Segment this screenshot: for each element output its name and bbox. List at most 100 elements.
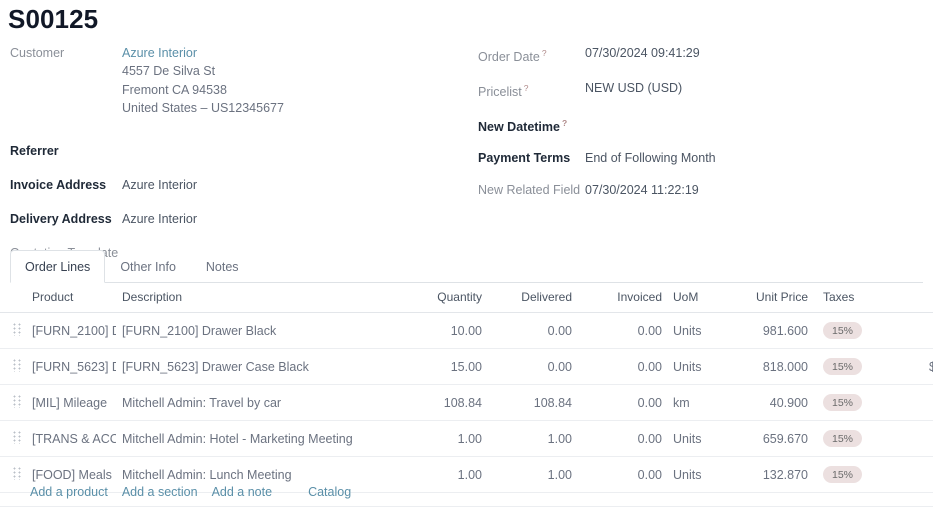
tax-badge: 15% xyxy=(823,358,862,375)
cell-tax-excl: $ 4,451.56 xyxy=(906,385,933,421)
field-value[interactable]: Azure Interior xyxy=(122,45,284,62)
help-tooltip-icon[interactable]: ? xyxy=(562,118,567,128)
cell-quantity[interactable]: 108.84 xyxy=(396,385,488,421)
cell-taxes[interactable]: 15% xyxy=(814,421,906,457)
table-row[interactable]: [MIL] MileageMitchell Admin: Travel by c… xyxy=(0,385,933,421)
tab-notes[interactable]: Notes xyxy=(191,250,254,282)
cell-unit-price[interactable]: 981.600 xyxy=(724,313,814,349)
column-header-taxes[interactable]: Taxes xyxy=(814,284,906,313)
row-drag-cell[interactable] xyxy=(0,349,26,385)
cell-description[interactable]: Mitchell Admin: Hotel - Marketing Meetin… xyxy=(116,421,396,457)
cell-taxes[interactable]: 15% xyxy=(814,313,906,349)
field-label-text: Payment Terms xyxy=(478,151,570,165)
field-label: Order Date? xyxy=(478,45,585,66)
cell-uom[interactable]: Units xyxy=(668,313,724,349)
help-tooltip-icon[interactable]: ? xyxy=(524,83,529,93)
column-header-uom[interactable]: UoM xyxy=(668,284,724,313)
cell-unit-price[interactable]: 659.670 xyxy=(724,421,814,457)
cell-delivered[interactable]: 0.00 xyxy=(488,313,578,349)
cell-quantity[interactable]: 10.00 xyxy=(396,313,488,349)
table-row[interactable]: [FURN_5623] D…[FURN_5623] Drawer Case Bl… xyxy=(0,349,933,385)
page-title: S00125 xyxy=(8,4,98,35)
cell-delivered[interactable]: 108.84 xyxy=(488,385,578,421)
table-header-row: Product Description Quantity Delivered I… xyxy=(0,284,933,313)
cell-delivered[interactable]: 0.00 xyxy=(488,349,578,385)
catalog-link[interactable]: Catalog xyxy=(308,485,351,499)
cell-description[interactable]: Mitchell Admin: Travel by car xyxy=(116,385,396,421)
field-value-group: Azure Interior xyxy=(122,177,197,194)
order-lines-table-wrapper: Product Description Quantity Delivered I… xyxy=(0,284,933,493)
column-header-product[interactable]: Product xyxy=(26,284,116,313)
drag-handle-icon[interactable] xyxy=(13,359,22,372)
drag-handle-icon[interactable] xyxy=(13,395,22,408)
field-label: Customer xyxy=(10,45,122,62)
form-column-right: Order Date?07/30/2024 09:41:29Pricelist?… xyxy=(478,45,928,214)
field-value[interactable]: End of Following Month xyxy=(585,150,716,167)
cell-uom[interactable]: Units xyxy=(668,421,724,457)
row-drag-cell[interactable] xyxy=(0,313,26,349)
field-label-text: New Related Field xyxy=(478,183,580,197)
row-drag-cell[interactable] xyxy=(0,421,26,457)
field-value[interactable]: Azure Interior xyxy=(122,177,197,194)
field-label: Pricelist? xyxy=(478,80,585,101)
tax-badge: 15% xyxy=(823,322,862,339)
field-label: Payment Terms xyxy=(478,150,585,167)
cell-delivered[interactable]: 1.00 xyxy=(488,421,578,457)
field-label: Delivery Address xyxy=(10,211,122,228)
cell-invoiced[interactable]: 0.00 xyxy=(578,313,668,349)
cell-taxes[interactable]: 15% xyxy=(814,385,906,421)
address-line: Fremont CA 94538 xyxy=(122,81,284,100)
cell-unit-price[interactable]: 40.900 xyxy=(724,385,814,421)
cell-product[interactable]: [TRANS & ACC] Tr xyxy=(26,421,116,457)
help-tooltip-icon[interactable]: ? xyxy=(542,48,547,58)
order-lines-body: [FURN_2100] D…[FURN_2100] Drawer Black10… xyxy=(0,313,933,493)
field-value[interactable]: NEW USD (USD) xyxy=(585,80,682,97)
form-row-order-date: Order Date?07/30/2024 09:41:29 xyxy=(478,45,928,66)
tab-other-info[interactable]: Other Info xyxy=(105,250,191,282)
table-row[interactable]: [FURN_2100] D…[FURN_2100] Drawer Black10… xyxy=(0,313,933,349)
drag-handle-icon[interactable] xyxy=(13,323,22,336)
cell-product[interactable]: [FURN_2100] D… xyxy=(26,313,116,349)
field-value[interactable]: 07/30/2024 11:22:19 xyxy=(585,182,699,199)
form-row-new-datetime: New Datetime? xyxy=(478,115,928,136)
column-header-description[interactable]: Description xyxy=(116,284,396,313)
cell-invoiced[interactable]: 0.00 xyxy=(578,421,668,457)
notebook-tabs: Order LinesOther InfoNotes xyxy=(10,250,923,283)
cell-unit-price[interactable]: 818.000 xyxy=(724,349,814,385)
cell-taxes[interactable]: 15% xyxy=(814,349,906,385)
cell-invoiced[interactable]: 0.00 xyxy=(578,385,668,421)
cell-description[interactable]: [FURN_5623] Drawer Case Black xyxy=(116,349,396,385)
field-label: New Datetime? xyxy=(478,115,585,136)
tab-order-lines[interactable]: Order Lines xyxy=(10,250,105,283)
cell-tax-excl: $ 12,270.00 xyxy=(906,349,933,385)
column-header-quantity[interactable]: Quantity xyxy=(396,284,488,313)
cell-tax-excl: $ 659.67 xyxy=(906,421,933,457)
field-label: New Related Field xyxy=(478,182,585,199)
cell-quantity[interactable]: 15.00 xyxy=(396,349,488,385)
cell-product[interactable]: [MIL] Mileage xyxy=(26,385,116,421)
column-header-invoiced[interactable]: Invoiced xyxy=(578,284,668,313)
cell-quantity[interactable]: 1.00 xyxy=(396,421,488,457)
add-section-link[interactable]: Add a section xyxy=(122,485,198,499)
column-header-tax-excl: Tax excl. xyxy=(906,284,933,313)
form-row-new-related-field: New Related Field 07/30/2024 11:22:19 xyxy=(478,182,928,200)
add-note-link[interactable]: Add a note xyxy=(212,485,272,499)
field-label-text: New Datetime xyxy=(478,120,560,134)
cell-description[interactable]: [FURN_2100] Drawer Black xyxy=(116,313,396,349)
field-value[interactable]: 07/30/2024 09:41:29 xyxy=(585,45,700,62)
tax-badge: 15% xyxy=(823,430,862,447)
cell-uom[interactable]: km xyxy=(668,385,724,421)
column-header-delivered[interactable]: Delivered xyxy=(488,284,578,313)
add-product-link[interactable]: Add a product xyxy=(30,485,108,499)
field-value[interactable]: Azure Interior xyxy=(122,211,197,228)
row-drag-cell[interactable] xyxy=(0,385,26,421)
order-lines-actions: Add a product Add a section Add a note Cata… xyxy=(0,477,933,507)
cell-invoiced[interactable]: 0.00 xyxy=(578,349,668,385)
column-header-unit-price[interactable]: Unit Price xyxy=(724,284,814,313)
address-line: United States – US12345677 xyxy=(122,99,284,118)
cell-product[interactable]: [FURN_5623] D… xyxy=(26,349,116,385)
table-row[interactable]: [TRANS & ACC] TrMitchell Admin: Hotel - … xyxy=(0,421,933,457)
field-label-text: Order Date xyxy=(478,50,540,64)
drag-handle-icon[interactable] xyxy=(13,431,22,444)
cell-uom[interactable]: Units xyxy=(668,349,724,385)
